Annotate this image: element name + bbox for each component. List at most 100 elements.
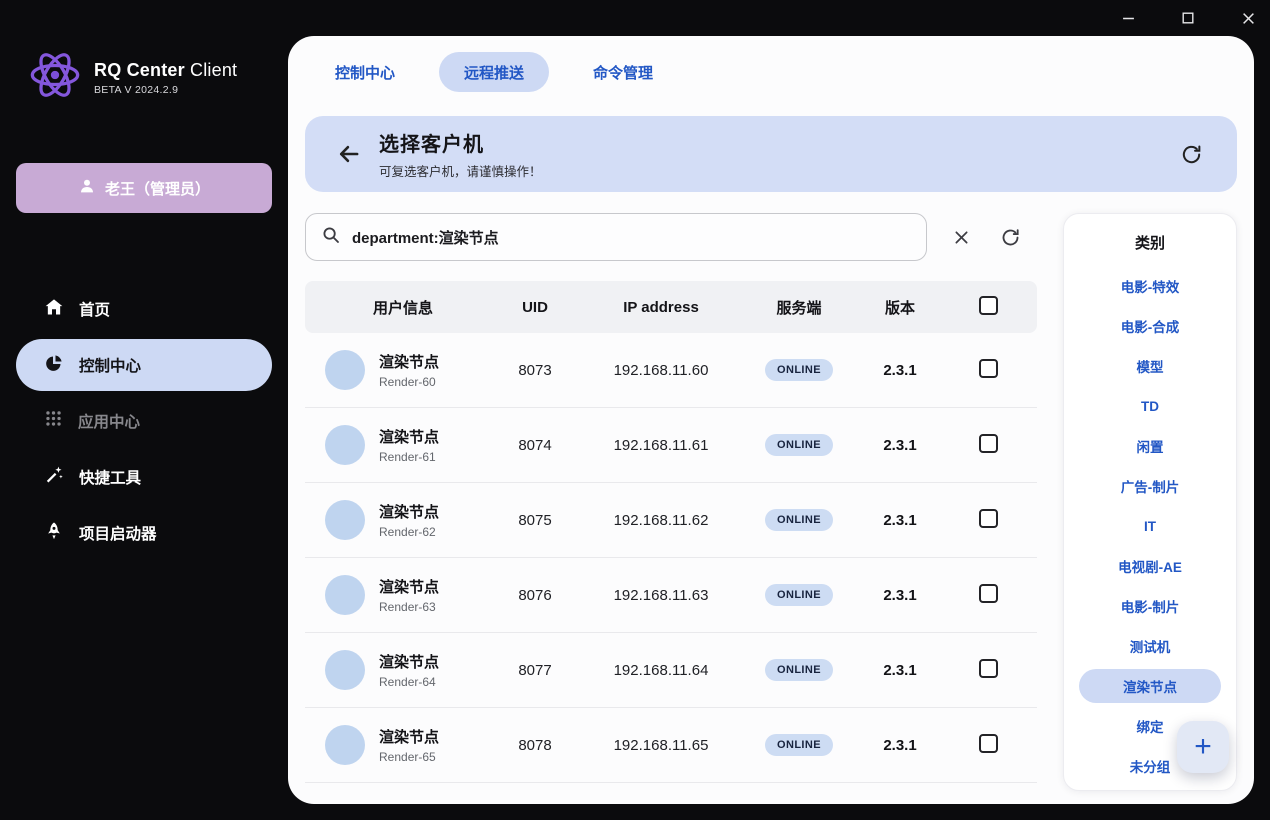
tab-control-center[interactable]: 控制中心	[327, 52, 403, 92]
status-badge: ONLINE	[765, 659, 833, 681]
status-cell: ONLINE	[737, 659, 861, 681]
sidebar-item-label: 应用中心	[78, 410, 140, 432]
table-row: 渲染节点 Render-63 8076 192.168.11.63 ONLINE…	[305, 558, 1037, 633]
sidebar-nav: 首页 控制中心 应用中心	[16, 283, 272, 559]
close-icon[interactable]	[1240, 10, 1256, 26]
sidebar-item-label: 项目启动器	[79, 522, 157, 544]
checkbox-cell	[939, 434, 1037, 457]
client-name: 渲染节点	[379, 351, 439, 372]
row-checkbox[interactable]	[979, 509, 998, 528]
page-title: 选择客户机	[379, 128, 542, 157]
search-bar	[305, 213, 927, 261]
search-icon	[321, 225, 341, 250]
sidebar-item-label: 首页	[79, 298, 110, 320]
category-item[interactable]: IT	[1064, 506, 1236, 546]
tab-remote-push[interactable]: 远程推送	[439, 52, 549, 92]
row-checkbox[interactable]	[979, 734, 998, 753]
category-item[interactable]: 电影-特效	[1064, 266, 1236, 306]
maximize-icon[interactable]	[1180, 10, 1196, 26]
status-cell: ONLINE	[737, 584, 861, 606]
status-badge: ONLINE	[765, 359, 833, 381]
uid-value: 8077	[485, 662, 585, 679]
client-hostname: Render-62	[379, 525, 439, 539]
user-cell: 渲染节点 Render-61	[321, 425, 485, 465]
avatar	[325, 575, 365, 615]
client-hostname: Render-64	[379, 675, 439, 689]
category-item-active[interactable]: 渲染节点	[1064, 666, 1236, 706]
person-icon	[78, 177, 96, 199]
minimize-icon[interactable]	[1120, 10, 1136, 26]
select-all-checkbox[interactable]	[979, 296, 998, 315]
page-subtitle: 可复选客户机，请谨慎操作！	[379, 161, 542, 180]
table-row: 渲染节点 Render-65 8078 192.168.11.65 ONLINE…	[305, 708, 1037, 783]
client-name: 渲染节点	[379, 576, 439, 597]
category-item[interactable]: 电影-制片	[1064, 586, 1236, 626]
row-checkbox[interactable]	[979, 434, 998, 453]
col-select	[939, 296, 1037, 319]
row-checkbox[interactable]	[979, 359, 998, 378]
avatar	[325, 725, 365, 765]
avatar	[325, 500, 365, 540]
ip-value: 192.168.11.60	[585, 362, 737, 379]
avatar	[325, 650, 365, 690]
refresh-icon[interactable]	[1175, 138, 1207, 170]
sidebar-item-quick-tools[interactable]: 快捷工具	[16, 451, 272, 503]
col-uid: UID	[485, 299, 585, 316]
category-item[interactable]: 电影-合成	[1064, 306, 1236, 346]
client-name: 渲染节点	[379, 651, 439, 672]
sidebar: RQ Center Client BETA V 2024.2.9 老王（管理员）…	[0, 36, 288, 820]
col-ip: IP address	[585, 299, 737, 316]
back-arrow-icon[interactable]	[333, 138, 365, 170]
user-cell: 渲染节点 Render-62	[321, 500, 485, 540]
add-category-button[interactable]: +	[1177, 721, 1229, 773]
client-hostname: Render-60	[379, 375, 439, 389]
category-item[interactable]: TD	[1064, 386, 1236, 426]
user-badge-label: 老王（管理员）	[105, 178, 210, 199]
category-panel-title: 类别	[1064, 232, 1236, 253]
brand: RQ Center Client BETA V 2024.2.9	[26, 46, 237, 109]
category-item[interactable]: 闲置	[1064, 426, 1236, 466]
table-row: 渲染节点 Render-62 8075 192.168.11.62 ONLINE…	[305, 483, 1037, 558]
app-version: BETA V 2024.2.9	[94, 84, 237, 96]
status-cell: ONLINE	[737, 509, 861, 531]
search-input[interactable]	[352, 229, 911, 246]
client-name: 渲染节点	[379, 726, 439, 747]
rocket-icon	[44, 521, 64, 546]
avatar	[325, 425, 365, 465]
user-cell: 渲染节点 Render-64	[321, 650, 485, 690]
user-cell: 渲染节点 Render-60	[321, 350, 485, 390]
user-badge[interactable]: 老王（管理员）	[16, 163, 272, 213]
user-cell: 渲染节点 Render-63	[321, 575, 485, 615]
category-item[interactable]: 测试机	[1064, 626, 1236, 666]
client-table: 用户信息 UID IP address 服务端 版本 渲染节点 Render-6…	[305, 281, 1037, 783]
version-value: 2.3.1	[861, 662, 939, 679]
sidebar-item-project-launcher[interactable]: 项目启动器	[16, 507, 272, 559]
clear-x-icon[interactable]	[941, 213, 981, 261]
atom-logo-icon	[26, 46, 84, 109]
magic-wand-icon	[44, 465, 64, 490]
sidebar-item-app-center[interactable]: 应用中心	[16, 395, 272, 447]
ip-value: 192.168.11.62	[585, 512, 737, 529]
sidebar-item-home[interactable]: 首页	[16, 283, 272, 335]
row-checkbox[interactable]	[979, 584, 998, 603]
version-value: 2.3.1	[861, 437, 939, 454]
category-item[interactable]: 电视剧-AE	[1064, 546, 1236, 586]
ip-value: 192.168.11.64	[585, 662, 737, 679]
table-header: 用户信息 UID IP address 服务端 版本	[305, 281, 1037, 333]
status-cell: ONLINE	[737, 734, 861, 756]
row-checkbox[interactable]	[979, 659, 998, 678]
category-item[interactable]: 广告-制片	[1064, 466, 1236, 506]
apps-grid-icon	[44, 409, 63, 433]
checkbox-cell	[939, 509, 1037, 532]
category-list: 电影-特效 电影-合成 模型 TD 闲置 广告-制片 IT 电视剧-AE 电影-…	[1064, 266, 1236, 786]
tab-command-management[interactable]: 命令管理	[585, 52, 661, 92]
page-header-banner: 选择客户机 可复选客户机，请谨慎操作！	[305, 116, 1237, 192]
category-item[interactable]: 模型	[1064, 346, 1236, 386]
search-refresh-icon[interactable]	[990, 213, 1030, 261]
uid-value: 8076	[485, 587, 585, 604]
table-row: 渲染节点 Render-60 8073 192.168.11.60 ONLINE…	[305, 333, 1037, 408]
app-title: RQ Center Client	[94, 60, 237, 80]
checkbox-cell	[939, 359, 1037, 382]
version-value: 2.3.1	[861, 587, 939, 604]
sidebar-item-control-center[interactable]: 控制中心	[16, 339, 272, 391]
